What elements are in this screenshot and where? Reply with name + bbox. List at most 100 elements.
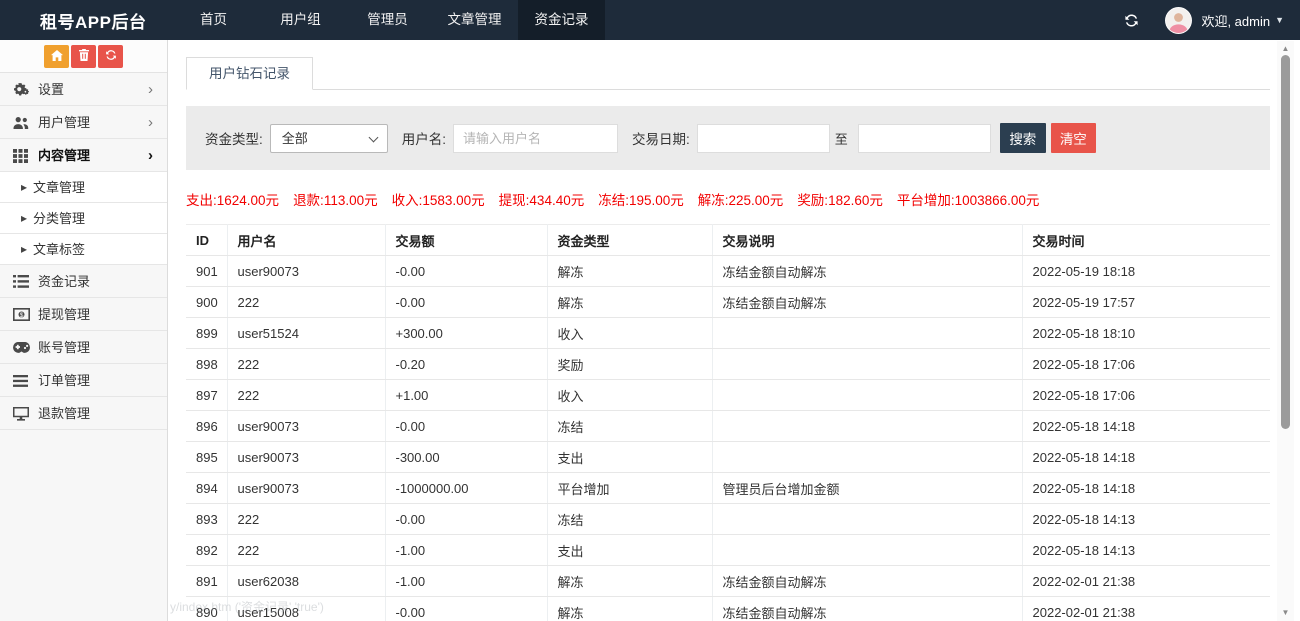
date-separator: 至 xyxy=(835,129,848,148)
vertical-scrollbar[interactable]: ▲ ▼ xyxy=(1277,41,1294,621)
filter-panel: 资金类型: 全部 用户名: 交易日期: 至 搜索 清空 xyxy=(186,106,1270,170)
column-header: 交易说明 xyxy=(712,225,1022,256)
sidebar-item-user-mgmt[interactable]: 用户管理› xyxy=(0,106,167,139)
summary-item-7: 平台增加:1003866.00元 xyxy=(897,193,1040,208)
table-cell: 901 xyxy=(186,256,227,287)
table-cell: 2022-05-18 14:18 xyxy=(1022,411,1270,442)
sidebar-item-order-mgmt[interactable]: 订单管理 xyxy=(0,364,167,397)
search-button[interactable]: 搜索 xyxy=(1000,123,1046,153)
table-cell: 2022-05-18 17:06 xyxy=(1022,380,1270,411)
fund-type-select[interactable]: 全部 xyxy=(270,124,388,153)
table-cell: 891 xyxy=(186,566,227,597)
table-cell: -0.00 xyxy=(385,256,547,287)
sidebar-item-article-mgmt[interactable]: ▸文章管理 xyxy=(0,172,167,203)
table-row: 896user90073-0.00冻结2022-05-18 14:18 xyxy=(186,411,1270,442)
gamepad-icon xyxy=(13,331,30,364)
nav-item-3[interactable]: 文章管理 xyxy=(431,0,518,40)
table-row: 898222-0.20奖励2022-05-18 17:06 xyxy=(186,349,1270,380)
summary-item-2: 收入:1583.00元 xyxy=(392,193,485,208)
status-link-hint: y/index.htm ('资金记录','true') xyxy=(170,598,324,615)
sidebar-item-refund-mgmt[interactable]: 退款管理 xyxy=(0,397,167,430)
main-nav: 首页用户组管理员文章管理资金记录 xyxy=(170,0,605,40)
date-label: 交易日期: xyxy=(632,128,690,148)
nav-item-4[interactable]: 资金记录 xyxy=(518,0,605,40)
refresh-button[interactable] xyxy=(98,45,123,68)
gears-icon xyxy=(13,73,30,106)
table-cell: 收入 xyxy=(547,380,712,411)
table-cell: 冻结 xyxy=(547,504,712,535)
table-cell: 奖励 xyxy=(547,349,712,380)
monitor-icon xyxy=(13,397,29,430)
table-cell: 900 xyxy=(186,287,227,318)
table-cell: 冻结金额自动解冻 xyxy=(712,287,1022,318)
table-row: 894user90073-1000000.00平台增加管理员后台增加金额2022… xyxy=(186,473,1270,504)
table-cell: 892 xyxy=(186,535,227,566)
users-icon xyxy=(13,106,30,139)
table-cell: user90073 xyxy=(227,473,385,504)
chevron-down-icon xyxy=(368,132,378,142)
sidebar-item-fund-records[interactable]: 资金记录 xyxy=(0,265,167,298)
table-header-row: ID用户名交易额资金类型交易说明交易时间 xyxy=(186,225,1270,256)
table-cell: 平台增加 xyxy=(547,473,712,504)
nav-item-2[interactable]: 管理员 xyxy=(344,0,431,40)
table-cell: 896 xyxy=(186,411,227,442)
table-cell: 895 xyxy=(186,442,227,473)
date-from-input[interactable] xyxy=(697,124,830,153)
date-to-input[interactable] xyxy=(858,124,991,153)
user-avatar[interactable] xyxy=(1165,7,1192,34)
grid-icon xyxy=(13,139,28,172)
sidebar-item-settings[interactable]: 设置› xyxy=(0,73,167,106)
sidebar-item-article-tags[interactable]: ▸文章标签 xyxy=(0,234,167,265)
summary-item-6: 奖励:182.60元 xyxy=(797,193,883,208)
table-cell: -1000000.00 xyxy=(385,473,547,504)
table-row: 899user51524+300.00收入2022-05-18 18:10 xyxy=(186,318,1270,349)
table-cell: 2022-02-01 21:38 xyxy=(1022,566,1270,597)
clear-button[interactable]: 清空 xyxy=(1051,123,1096,153)
fund-type-label: 资金类型: xyxy=(205,128,263,148)
refresh-icon[interactable] xyxy=(1124,13,1139,28)
trash-icon xyxy=(79,49,89,64)
sidebar: 设置›用户管理›内容管理›▸文章管理▸分类管理▸文章标签资金记录$提现管理账号管… xyxy=(0,40,168,621)
summary-item-1: 退款:113.00元 xyxy=(293,193,378,208)
username-input[interactable] xyxy=(453,124,618,153)
table-cell xyxy=(712,380,1022,411)
table-row: 893222-0.00冻结2022-05-18 14:13 xyxy=(186,504,1270,535)
table-cell: -0.00 xyxy=(385,287,547,318)
welcome-text[interactable]: 欢迎, admin xyxy=(1201,11,1270,30)
tab-user-diamond-records[interactable]: 用户钻石记录 xyxy=(186,57,313,90)
app-brand[interactable]: 租号APP后台 xyxy=(0,8,170,33)
chevron-right-icon: › xyxy=(148,139,153,172)
column-header: 交易额 xyxy=(385,225,547,256)
sidebar-item-content-mgmt[interactable]: 内容管理› xyxy=(0,139,167,172)
table-cell: 222 xyxy=(227,287,385,318)
navbar-right: 欢迎, admin ▼ xyxy=(1124,0,1284,40)
sidebar-menu: 设置›用户管理›内容管理›▸文章管理▸分类管理▸文章标签资金记录$提现管理账号管… xyxy=(0,73,167,430)
table-row: 900222-0.00解冻冻结金额自动解冻2022-05-19 17:57 xyxy=(186,287,1270,318)
clear-cache-button[interactable] xyxy=(71,45,96,68)
home-button[interactable] xyxy=(44,45,69,68)
bars-icon xyxy=(13,364,28,397)
scroll-up-arrow[interactable]: ▲ xyxy=(1277,41,1294,55)
chevron-right-icon: › xyxy=(148,73,153,106)
table-cell: -1.00 xyxy=(385,535,547,566)
table-cell: -300.00 xyxy=(385,442,547,473)
sidebar-item-category-mgmt[interactable]: ▸分类管理 xyxy=(0,203,167,234)
scrollbar-thumb[interactable] xyxy=(1281,55,1290,429)
nav-item-0[interactable]: 首页 xyxy=(170,0,257,40)
table-cell: 2022-05-18 18:10 xyxy=(1022,318,1270,349)
column-header: 用户名 xyxy=(227,225,385,256)
table-cell: +300.00 xyxy=(385,318,547,349)
list-icon xyxy=(13,265,29,298)
nav-item-1[interactable]: 用户组 xyxy=(257,0,344,40)
sidebar-item-account-mgmt[interactable]: 账号管理 xyxy=(0,331,167,364)
scroll-down-arrow[interactable]: ▼ xyxy=(1277,605,1294,619)
table-cell xyxy=(712,442,1022,473)
table-cell: 899 xyxy=(186,318,227,349)
table-cell: 2022-05-19 17:57 xyxy=(1022,287,1270,318)
username-label: 用户名: xyxy=(402,128,446,148)
sidebar-item-withdraw-mgmt[interactable]: $提现管理 xyxy=(0,298,167,331)
table-cell xyxy=(712,411,1022,442)
money-icon: $ xyxy=(13,298,30,331)
table-row: 895user90073-300.00支出2022-05-18 14:18 xyxy=(186,442,1270,473)
table-cell: 897 xyxy=(186,380,227,411)
